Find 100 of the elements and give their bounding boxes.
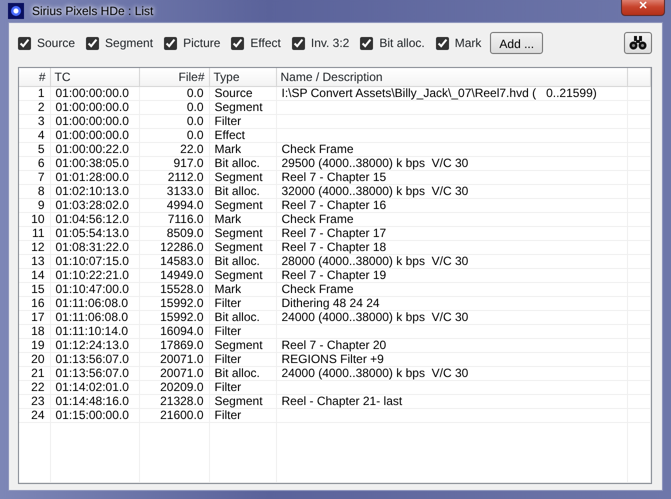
table-cell: 0.0 — [186, 114, 204, 128]
table-cell: 2 — [38, 100, 44, 114]
column-header[interactable]: Name / Description — [276, 68, 627, 86]
table-cell: Bit alloc. — [214, 184, 260, 198]
table-cell: 01:00:00:22.0 — [56, 142, 129, 156]
filter-checkbox[interactable] — [360, 36, 374, 50]
table-cell: Reel 7 - Chapter 17 — [282, 226, 386, 240]
table-cell: 21 — [31, 366, 44, 380]
table-cell: 01:11:10:14.0 — [56, 324, 128, 338]
filter-checkbox[interactable] — [18, 36, 31, 50]
table-cell: 01:11:06:08.0 — [56, 296, 128, 310]
filter-checkbox[interactable] — [436, 36, 449, 50]
table-cell: 01:00:00:00.0 — [56, 128, 129, 142]
table-cell: 10 — [31, 212, 44, 226]
table-cell: 20 — [31, 352, 44, 366]
table-cell: Bit alloc. — [214, 156, 260, 170]
table-cell: 16094.0 — [160, 324, 204, 338]
table-cell: 22 — [31, 380, 44, 394]
table-cell: 01:14:02:01.0 — [56, 380, 129, 394]
table-cell: 18 — [31, 324, 44, 338]
table-cell: I:\SP Convert Assets\Billy_Jack\_07\Reel7.hvd ( 0..21599) — [282, 86, 597, 100]
find-button[interactable] — [624, 32, 652, 54]
filter-checkbox[interactable] — [86, 36, 100, 50]
table-cell: 12 — [31, 240, 44, 254]
table-cell: 01:10:22:21.0 — [56, 268, 129, 282]
table-cell: 0.0 — [186, 86, 204, 100]
table-cell: 12286.0 — [160, 240, 204, 254]
table-cell: Segment — [214, 394, 263, 408]
table-cell: Dithering 48 24 24 — [282, 296, 380, 310]
table-cell: 24 — [31, 408, 44, 422]
table-cell: 01:00:00:00.0 — [56, 114, 129, 128]
table-cell: 1 — [38, 86, 44, 100]
table-cell: 0.0 — [186, 100, 204, 114]
table-cell: Filter — [214, 296, 242, 310]
table-cell: 24000 (4000..38000) k bps V/C 30 — [282, 310, 468, 324]
table-cell: 01:00:00:00.0 — [56, 86, 129, 100]
table-cell: 17 — [31, 310, 44, 324]
table-cell: 4994.0 — [166, 198, 204, 212]
table-cell: 8509.0 — [166, 226, 204, 240]
table-cell: 23 — [31, 394, 44, 408]
table-cell: 5 — [38, 142, 44, 156]
table-cell: 15992.0 — [160, 310, 204, 324]
table-cell: 15528.0 — [160, 282, 204, 296]
table-cell: 14 — [31, 268, 44, 282]
binoculars-icon — [629, 36, 647, 50]
table-cell: Segment — [214, 240, 263, 254]
table-cell: 7116.0 — [168, 212, 204, 226]
filter-checkbox[interactable] — [231, 36, 244, 50]
column-header[interactable]: File# — [139, 68, 209, 86]
table-cell: Source — [214, 86, 253, 100]
table-cell: Reel 7 - Chapter 15 — [282, 170, 386, 184]
table-cell: Check Frame — [282, 282, 354, 296]
table-cell: 20071.0 — [160, 366, 204, 380]
table-cell: 20209.0 — [160, 380, 204, 394]
close-button[interactable]: ✕ — [621, 0, 665, 16]
filter-label: Segment — [105, 35, 154, 52]
table-cell: 01:14:48:16.0 — [56, 394, 129, 408]
table-cell: 3133.0 — [166, 184, 204, 198]
table-cell: 17869.0 — [160, 338, 204, 352]
table-cell: Segment — [214, 170, 263, 184]
table-cell: Reel 7 - Chapter 19 — [282, 268, 386, 282]
table-cell: Reel 7 - Chapter 16 — [282, 198, 386, 212]
filter-checkbox[interactable] — [164, 36, 178, 50]
table-cell: Reel 7 - Chapter 20 — [282, 338, 386, 352]
table-cell: REGIONS Filter +9 — [282, 352, 384, 366]
table-cell: Check Frame — [282, 142, 354, 156]
table-cell: 01:15:00:00.0 — [56, 408, 129, 422]
table-cell: 01:13:56:07.0 — [56, 352, 129, 366]
table-cell: 917.0 — [173, 156, 204, 170]
filter-checkbox[interactable] — [292, 36, 305, 50]
table-cell: 21328.0 — [160, 394, 204, 408]
table-cell: 14949.0 — [160, 268, 204, 282]
table-cell: 11 — [32, 226, 44, 240]
window-title: Sirius Pixels HDe : List — [32, 3, 154, 20]
table-cell: Filter — [214, 114, 242, 128]
column-header[interactable]: TC — [50, 68, 139, 86]
column-header[interactable]: Type — [209, 68, 276, 86]
column-header[interactable]: # — [19, 68, 50, 86]
add-button[interactable]: Add ... — [490, 32, 544, 54]
table-cell: Filter — [214, 408, 242, 422]
table-cell: 2112.0 — [168, 170, 204, 184]
table-cell: Mark — [214, 282, 242, 296]
table-cell: Filter — [214, 352, 242, 366]
table-cell: 01:00:38:05.0 — [56, 156, 129, 170]
table-cell: 01:10:47:00.0 — [56, 282, 129, 296]
table-cell: 9 — [38, 198, 44, 212]
table-cell: Reel - Chapter 21- last — [282, 394, 402, 408]
table-cell: 01:12:24:13.0 — [56, 338, 129, 352]
table-cell: Mark — [214, 142, 242, 156]
table-cell: 6 — [38, 156, 44, 170]
table-cell: 01:08:31:22.0 — [56, 240, 129, 254]
table-cell: 15992.0 — [160, 296, 204, 310]
table-cell: Filter — [214, 324, 242, 338]
table-cell: 22.0 — [180, 142, 204, 156]
filter-label: Source — [37, 35, 76, 52]
table-cell: 01:10:07:15.0 — [56, 254, 129, 268]
table-cell: Bit alloc. — [214, 310, 260, 324]
table-cell: 20071.0 — [160, 352, 204, 366]
table-cell: Mark — [214, 212, 242, 226]
table-cell: 4 — [38, 128, 44, 142]
